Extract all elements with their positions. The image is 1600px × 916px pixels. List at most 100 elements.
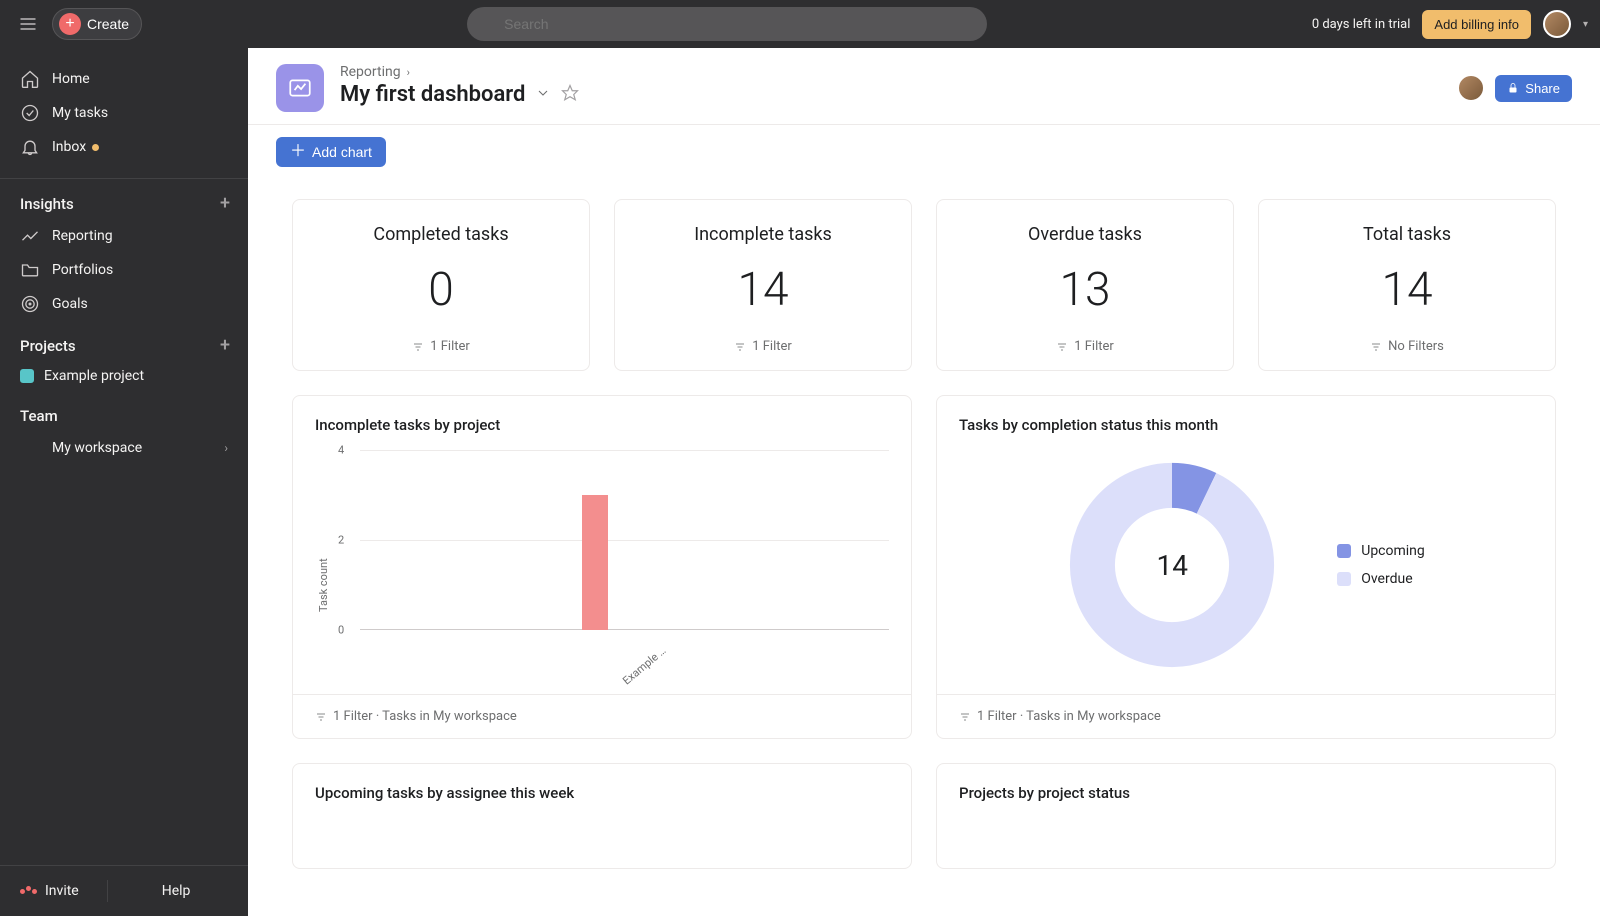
inbox-unread-dot (92, 144, 99, 151)
stat-title: Overdue tasks (957, 224, 1213, 245)
donut-chart-body: 14 Upcoming Overdue (937, 440, 1555, 694)
filter-icon (315, 711, 327, 723)
insights-add-button[interactable]: + (220, 195, 230, 213)
chart-title: Projects by project status (937, 764, 1555, 808)
stat-card-incomplete[interactable]: Incomplete tasks 14 1 Filter (614, 199, 912, 371)
avatar-menu-caret[interactable]: ▾ (1583, 19, 1588, 30)
invite-label: Invite (45, 883, 79, 899)
divider (107, 880, 108, 902)
member-avatar[interactable] (1457, 74, 1485, 102)
chart-title: Upcoming tasks by assignee this week (293, 764, 911, 808)
chart-card-bar[interactable]: Incomplete tasks by project Task count 0… (292, 395, 912, 739)
breadcrumb-reporting-link[interactable]: Reporting (340, 64, 401, 80)
reporting-icon (20, 226, 40, 246)
dashboard-scroll-area[interactable]: Completed tasks 0 1 Filter Incomplete ta… (248, 179, 1600, 916)
chart-card-project-status[interactable]: Projects by project status (936, 763, 1556, 869)
chart-title: Tasks by completion status this month (937, 396, 1555, 440)
chart-card-upcoming-assignee[interactable]: Upcoming tasks by assignee this week (292, 763, 912, 869)
team-my-workspace-label: My workspace (52, 440, 142, 456)
filter-icon (959, 711, 971, 723)
project-example[interactable]: Example project (0, 361, 248, 391)
stat-filter-label: 1 Filter (1074, 339, 1114, 354)
stat-card-total[interactable]: Total tasks 14 No Filters (1258, 199, 1556, 371)
chart-footer-label: 1 Filter · Tasks in My workspace (977, 709, 1161, 724)
plus-circle-icon: + (59, 13, 81, 35)
legend-label: Upcoming (1361, 543, 1425, 559)
topbar-right: 0 days left in trial Add billing info ▾ (1312, 10, 1588, 39)
insights-section-header: Insights + (0, 179, 248, 219)
chart-row-lower: Upcoming tasks by assignee this week Pro… (292, 763, 1556, 869)
hamburger-icon (18, 14, 38, 34)
nav-my-tasks-label: My tasks (52, 105, 108, 121)
nav-reporting[interactable]: Reporting (0, 219, 248, 253)
filter-icon (1370, 341, 1382, 353)
stat-card-completed[interactable]: Completed tasks 0 1 Filter (292, 199, 590, 371)
target-icon (20, 294, 40, 314)
legend-label: Overdue (1361, 571, 1412, 587)
chart-body (293, 808, 911, 868)
nav-inbox-label: Inbox (52, 139, 86, 155)
page-header: Reporting › My first dashboard Share (248, 48, 1600, 125)
add-chart-button-label: Add chart (312, 144, 372, 160)
title-dropdown-button[interactable] (535, 85, 551, 105)
help-button[interactable]: Help (136, 882, 191, 900)
check-circle-icon (20, 103, 40, 123)
stat-grid: Completed tasks 0 1 Filter Incomplete ta… (292, 199, 1556, 371)
projects-header-label: Projects (20, 337, 76, 355)
legend-item-upcoming: Upcoming (1337, 543, 1425, 559)
add-chart-button[interactable]: ＋ Add chart (276, 137, 386, 167)
nav-my-tasks[interactable]: My tasks (0, 96, 248, 130)
nav-goals[interactable]: Goals (0, 287, 248, 321)
stat-value: 14 (1279, 263, 1535, 317)
stat-title: Total tasks (1279, 224, 1535, 245)
share-button[interactable]: Share (1495, 75, 1572, 102)
nav-home-label: Home (52, 71, 90, 87)
search-input[interactable] (504, 16, 973, 32)
topbar: + Create 0 days left in trial Add billin… (0, 0, 1600, 48)
menu-toggle-button[interactable] (12, 8, 44, 40)
legend-item-overdue: Overdue (1337, 571, 1425, 587)
chevron-right-icon: › (407, 66, 410, 79)
toolbar: ＋ Add chart (248, 125, 1600, 179)
bar-chart-body: Task count 024Example … (293, 440, 911, 694)
team-section-header: Team (0, 391, 248, 431)
stat-value: 13 (957, 263, 1213, 317)
team-my-workspace[interactable]: My workspace › (0, 431, 248, 465)
add-billing-button[interactable]: Add billing info (1422, 10, 1531, 39)
donut-chart: 14 (1067, 460, 1277, 670)
insights-header-label: Insights (20, 195, 74, 213)
user-avatar[interactable] (1543, 10, 1571, 38)
breadcrumb: Reporting › (340, 64, 579, 80)
bar-plot: 024Example … (330, 450, 889, 680)
sidebar-footer: Invite Help (0, 865, 248, 916)
create-button[interactable]: + Create (52, 8, 142, 40)
main: Reporting › My first dashboard Share (248, 48, 1600, 916)
nav-inbox[interactable]: Inbox (0, 130, 248, 164)
chart-footer-label: 1 Filter · Tasks in My workspace (333, 709, 517, 724)
search-field[interactable] (467, 7, 987, 41)
legend-swatch (1337, 544, 1351, 558)
favorite-star-button[interactable] (561, 84, 579, 106)
stat-card-overdue[interactable]: Overdue tasks 13 1 Filter (936, 199, 1234, 371)
chart-title: Incomplete tasks by project (293, 396, 911, 440)
invite-icon (20, 889, 37, 894)
nav-goals-label: Goals (52, 296, 88, 312)
chart-card-donut[interactable]: Tasks by completion status this month 14… (936, 395, 1556, 739)
projects-add-button[interactable]: + (220, 337, 230, 355)
search-icon (481, 16, 496, 32)
filter-icon (1056, 341, 1068, 353)
nav-home[interactable]: Home (0, 62, 248, 96)
sidebar: Home My tasks Inbox Insights + Reporting… (0, 48, 248, 916)
legend-swatch (1337, 572, 1351, 586)
filter-icon (412, 341, 424, 353)
page-title: My first dashboard (340, 82, 525, 107)
nav-portfolios[interactable]: Portfolios (0, 253, 248, 287)
create-button-label: Create (87, 16, 129, 32)
stat-filter: 1 Filter (635, 339, 891, 354)
invite-button[interactable]: Invite (20, 883, 79, 899)
chart-row: Incomplete tasks by project Task count 0… (292, 395, 1556, 739)
project-color-swatch (20, 369, 34, 383)
stat-value: 0 (313, 263, 569, 317)
project-example-label: Example project (44, 368, 144, 384)
home-icon (20, 69, 40, 89)
